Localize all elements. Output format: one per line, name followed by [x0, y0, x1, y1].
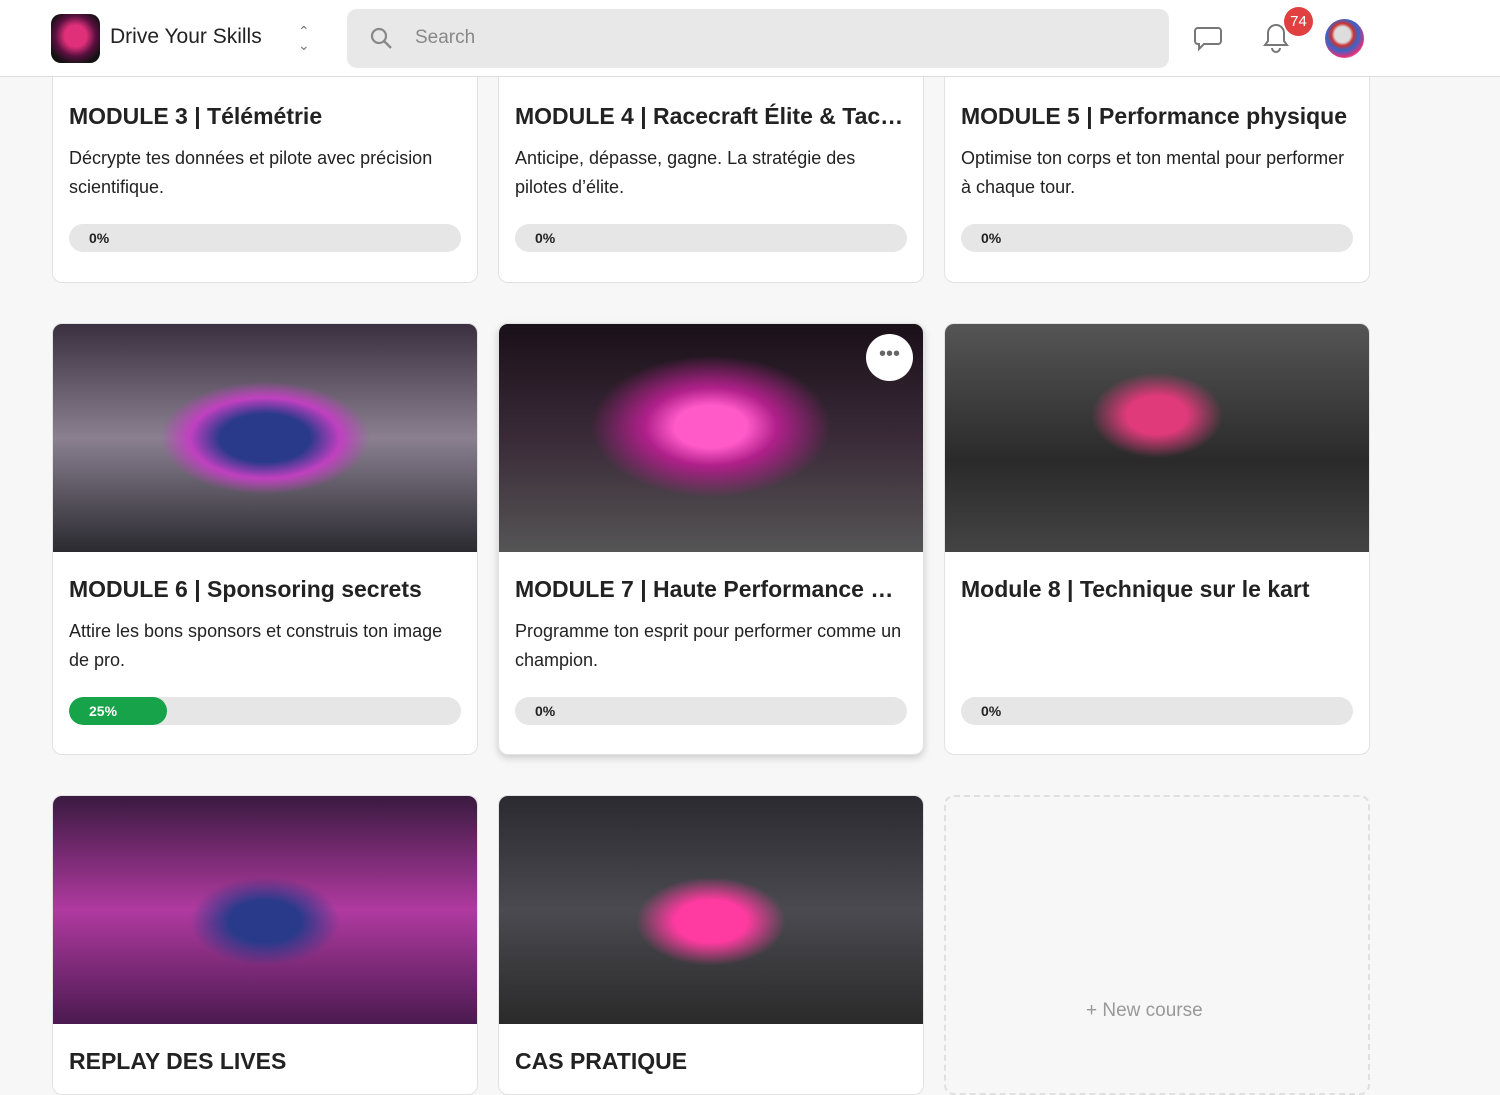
progress-bar: 0% [961, 224, 1353, 252]
course-card[interactable]: MODULE 6 | Sponsoring secrets Attire les… [52, 323, 478, 755]
top-bar: Drive Your Skills ⌃ ⌄ Search 74 [0, 0, 1500, 77]
course-description: Optimise ton corps et ton mental pour pe… [961, 148, 1345, 197]
search-input[interactable]: Search [347, 9, 1169, 68]
app-logo[interactable] [51, 14, 100, 63]
new-course-button[interactable]: + New course [944, 795, 1370, 1095]
course-title: MODULE 3 | Télémétrie [69, 103, 323, 129]
course-title: MODULE 4 | Racecraft Élite & Tactique [515, 103, 907, 129]
chat-icon[interactable] [1193, 26, 1223, 52]
course-image [945, 324, 1369, 552]
chevron-up-down-icon[interactable]: ⌃ ⌄ [298, 24, 310, 52]
progress-label: 0% [535, 703, 556, 719]
progress-label: 0% [89, 230, 110, 246]
new-course-label: + New course [1086, 1000, 1203, 1021]
notification-badge: 74 [1284, 7, 1313, 36]
progress-bar: 0% [515, 697, 907, 725]
progress-bar: 25% [69, 697, 461, 725]
search-placeholder: Search [415, 27, 476, 48]
course-image [53, 796, 477, 1024]
course-title: MODULE 7 | Haute Performance Mentale [515, 576, 907, 602]
course-card[interactable]: ••• MODULE 7 | Haute Performance Mentale… [498, 323, 924, 755]
course-image: ••• [499, 324, 923, 552]
course-title: MODULE 5 | Performance physique [961, 103, 1348, 129]
app-name[interactable]: Drive Your Skills [110, 25, 262, 49]
progress-bar: 0% [515, 224, 907, 252]
avatar[interactable] [1325, 19, 1364, 58]
progress-bar: 0% [961, 697, 1353, 725]
more-options-button[interactable]: ••• [866, 334, 913, 381]
search-icon [370, 27, 392, 49]
progress-label: 25% [89, 703, 118, 719]
course-description: Programme ton esprit pour performer comm… [515, 621, 902, 670]
course-description: Attire les bons sponsors et construis to… [69, 621, 443, 670]
course-description: Anticipe, dépasse, gagne. La stratégie d… [515, 148, 856, 197]
course-card[interactable]: REPLAY DES LIVES [52, 795, 478, 1095]
course-title: Module 8 | Technique sur le kart [961, 576, 1310, 602]
course-image [53, 324, 477, 552]
course-card[interactable]: Module 8 | Technique sur le kart 0% [944, 323, 1370, 755]
progress-label: 0% [535, 230, 556, 246]
progress-label: 0% [981, 230, 1002, 246]
course-card[interactable]: CAS PRATIQUE [498, 795, 924, 1095]
course-title: MODULE 6 | Sponsoring secrets [69, 576, 422, 602]
progress-bar: 0% [69, 224, 461, 252]
progress-label: 0% [981, 703, 1002, 719]
course-description: Décrypte tes données et pilote avec préc… [69, 148, 433, 197]
course-image [499, 796, 923, 1024]
course-description [961, 617, 1353, 675]
